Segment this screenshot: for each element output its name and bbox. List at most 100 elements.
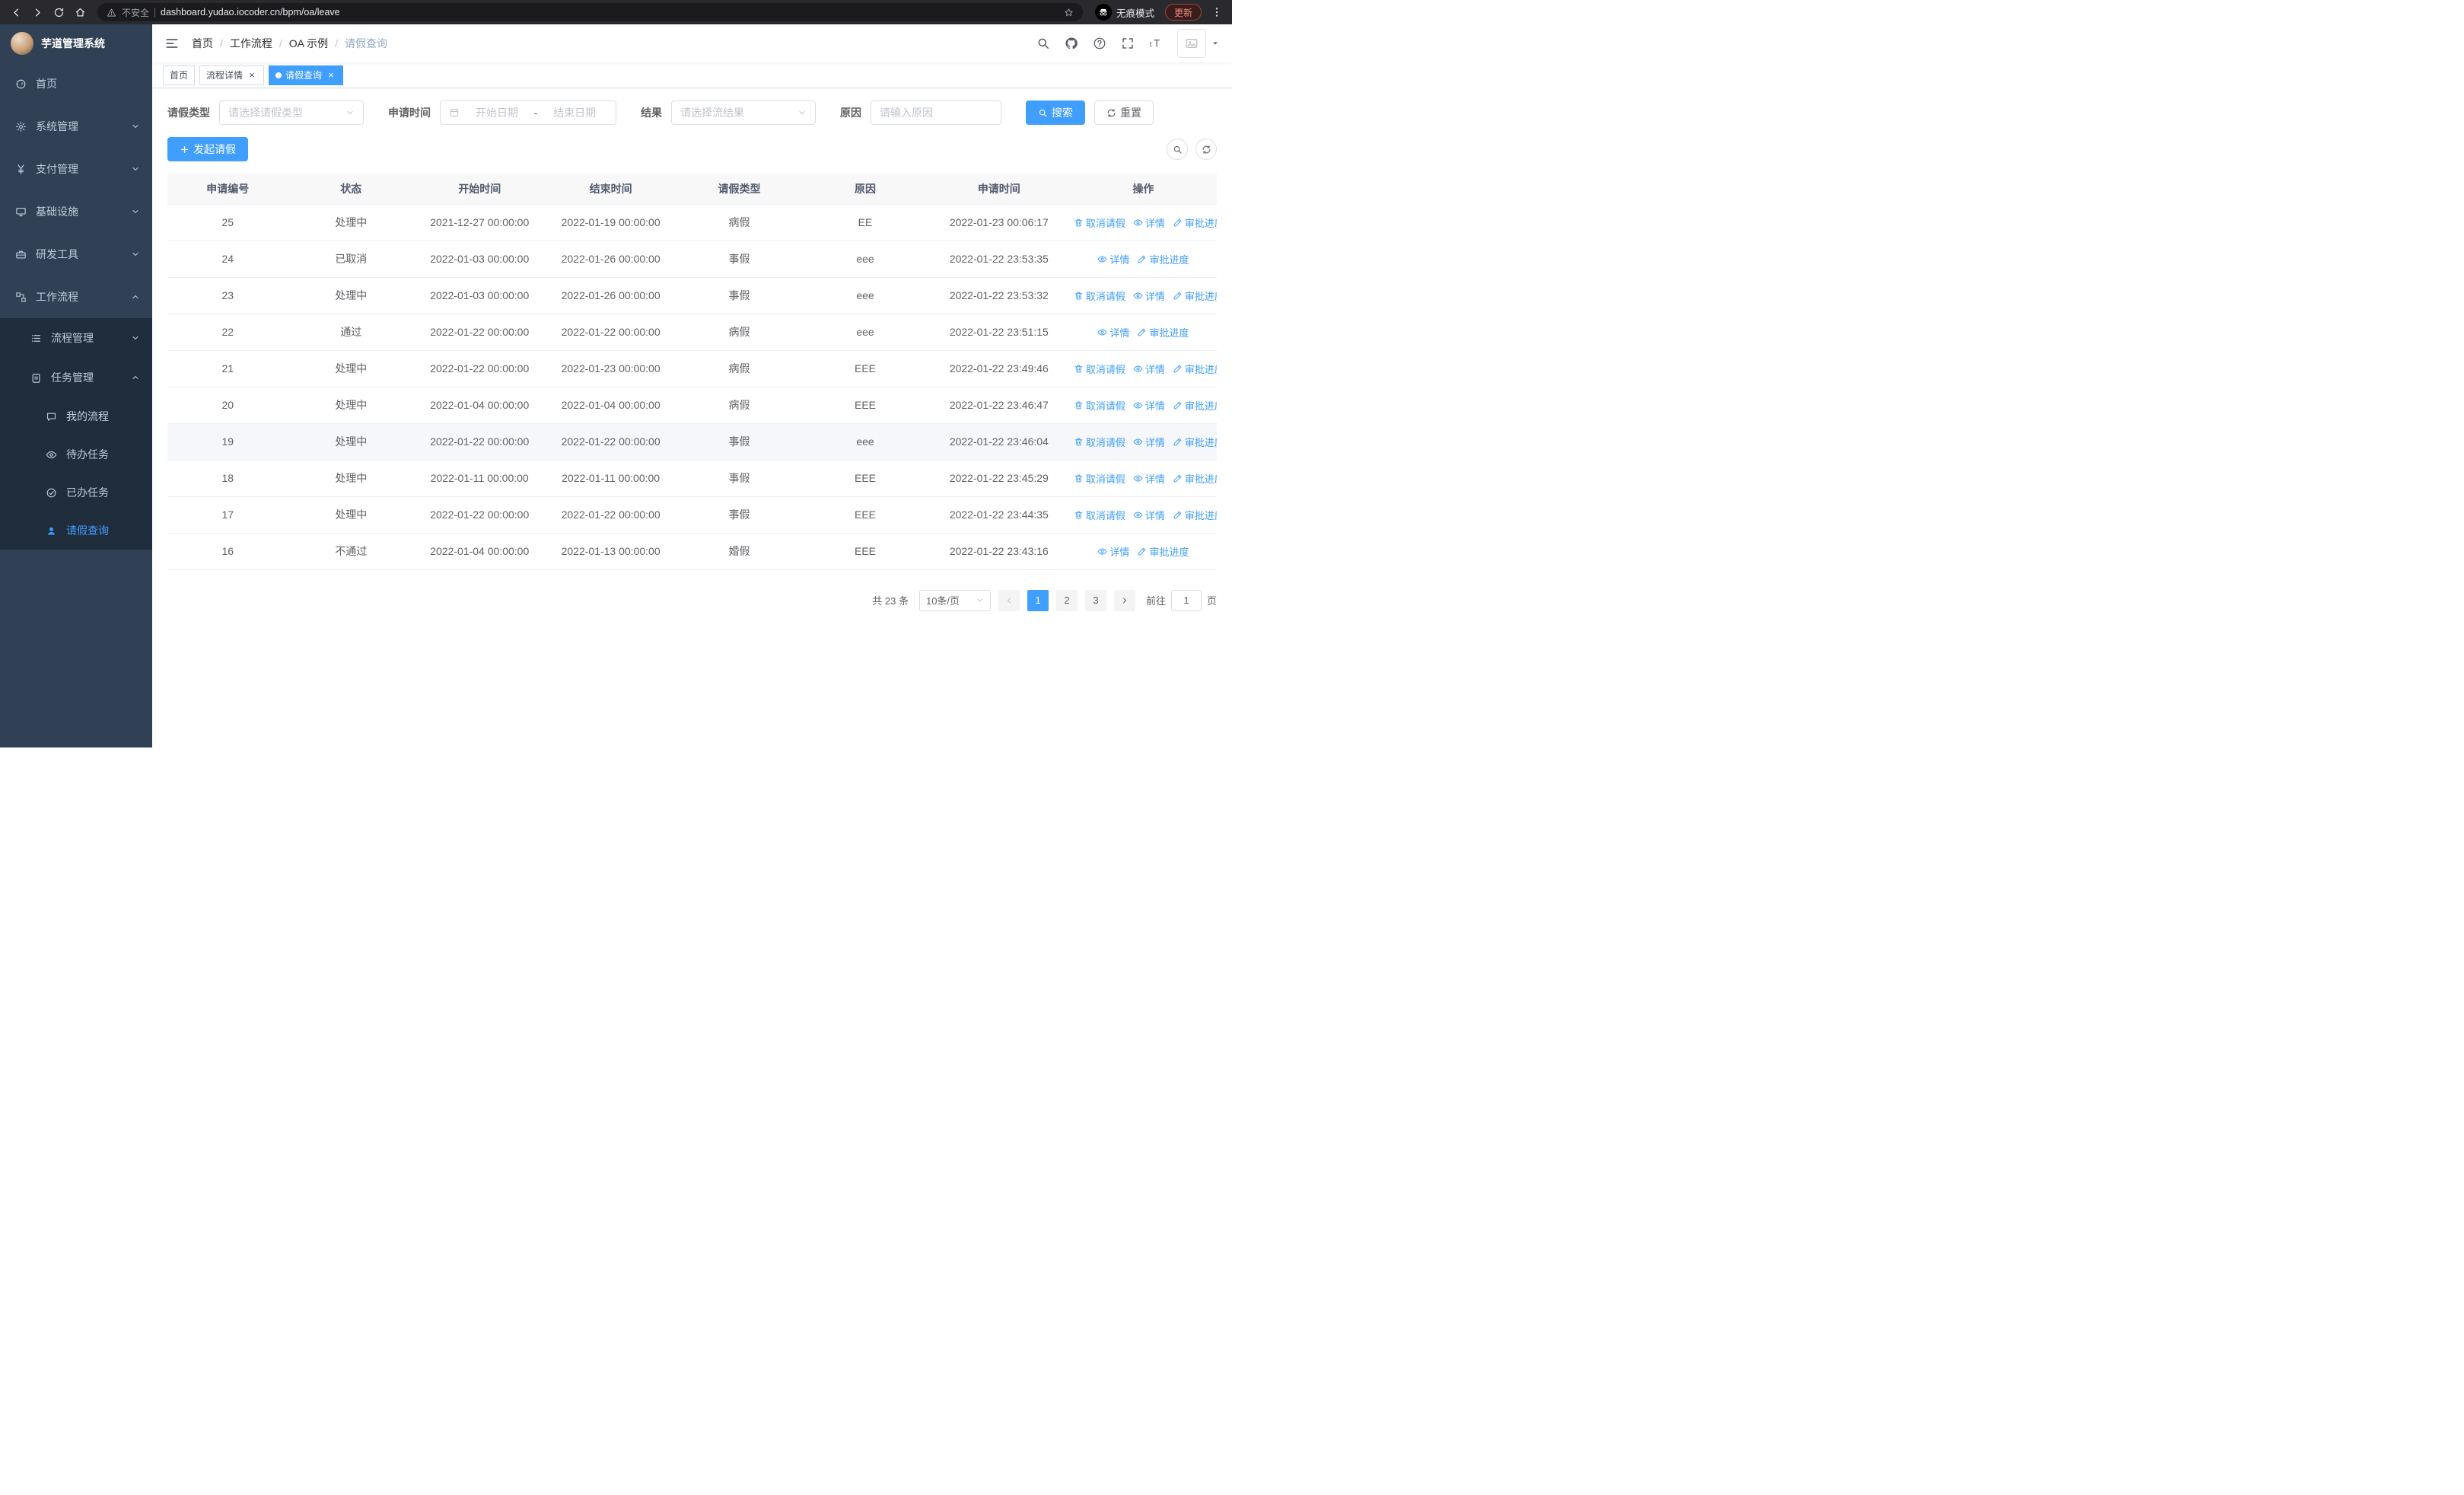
op-detail-link[interactable]: 详情 [1133,288,1165,303]
op-label: 详情 [1144,363,1165,375]
calendar-icon [449,107,460,118]
reason-input[interactable] [873,101,999,124]
op-detail-link[interactable]: 详情 [1133,362,1165,376]
browser-home-button[interactable] [70,2,90,22]
sidebar-item-infrastructure[interactable]: 基础设施 [0,190,152,233]
create-leave-button[interactable]: 发起请假 [167,137,248,161]
refresh-icon [1106,108,1116,118]
op-cancel-link[interactable]: 取消请假 [1074,471,1125,486]
font-size-button[interactable] [1149,37,1163,50]
op-cancel-link[interactable]: 取消请假 [1074,508,1125,522]
leave-type-select[interactable]: 请选择请假类型 [219,100,364,125]
op-progress-link[interactable]: 审批进度 [1137,252,1189,266]
op-detail-link[interactable]: 详情 [1133,471,1165,486]
close-tab-icon[interactable]: × [247,69,257,81]
table-cell: 2022-01-13 00:00:00 [545,533,676,570]
address-bar[interactable]: 不安全 dashboard.yudao.iocoder.cn/bpm/oa/le… [97,3,1083,21]
next-page-button[interactable] [1113,589,1135,611]
browser-forward-button[interactable] [27,2,47,22]
op-label: 详情 [1144,290,1165,302]
table-cell: 2022-01-22 00:00:00 [545,423,676,461]
hamburger-button[interactable] [164,36,180,51]
op-cancel-link[interactable]: 取消请假 [1074,398,1125,413]
op-progress-link[interactable]: 审批进度 [1173,471,1217,486]
sidebar-item-process-management[interactable]: 流程管理 [0,318,152,358]
op-label: 审批进度 [1184,509,1217,521]
op-progress-link[interactable]: 审批进度 [1173,398,1217,413]
header-search-button[interactable] [1036,37,1050,50]
op-detail-link[interactable]: 详情 [1097,544,1129,559]
reset-button[interactable]: 重置 [1094,100,1154,125]
user-menu[interactable] [1177,29,1220,58]
browser-reload-button[interactable] [49,2,68,22]
op-cancel-link[interactable]: 取消请假 [1074,362,1125,376]
op-cancel-link[interactable]: 取消请假 [1074,215,1125,230]
breadcrumb-item[interactable]: 工作流程 [230,36,272,51]
fullscreen-button[interactable] [1121,37,1135,50]
sidebar-item-workflow[interactable]: 工作流程 [0,276,152,318]
sidebar-item-leave-query[interactable]: 请假查询 [0,512,152,550]
tab-leave-query[interactable]: 请假查询 × [269,65,344,85]
sidebar-item-todo-tasks[interactable]: 待办任务 [0,435,152,473]
table-row-19: 19 处理中 2022-01-22 00:00:00 2022-01-22 00:00… [167,423,1217,461]
kebab-menu-icon [1211,6,1223,18]
breadcrumb-item[interactable]: OA 示例 [289,36,328,51]
op-cancel-link[interactable]: 取消请假 [1074,435,1125,449]
page-button-3[interactable]: 3 [1084,589,1106,611]
sidebar-item-payment-management[interactable]: 支付管理 [0,148,152,190]
sidebar-item-done-tasks[interactable]: 已办任务 [0,473,152,512]
goto-page-input[interactable] [1170,589,1202,611]
op-progress-link[interactable]: 审批进度 [1173,508,1217,522]
hamburger-icon [164,36,180,51]
filter-result: 结果 请选择流结果 [641,100,816,125]
op-detail-link[interactable]: 详情 [1097,252,1129,266]
prev-page-button[interactable] [998,589,1020,611]
action-row: 发起请假 [167,137,1217,161]
refresh-table-button[interactable] [1195,139,1217,160]
close-tab-icon[interactable]: × [326,69,336,81]
github-button[interactable] [1065,37,1078,50]
op-label: 审批进度 [1149,546,1189,558]
tab-home[interactable]: 首页 [163,65,196,85]
table-cell: 2022-01-22 23:45:29 [928,460,1070,497]
op-detail-link[interactable]: 详情 [1133,398,1165,413]
tags-view: 首页 流程详情 × 请假查询 × [152,62,1232,88]
browser-menu-button[interactable] [1208,3,1226,21]
page-size-select[interactable]: 10条/页 [918,589,991,611]
help-button[interactable] [1093,37,1106,50]
page-button-1[interactable]: 1 [1027,589,1049,611]
breadcrumb-item[interactable]: 首页 [192,36,213,51]
dashboard-icon [15,78,27,90]
goto-page: 前往 页 [1146,589,1217,611]
op-detail-link[interactable]: 详情 [1097,325,1129,339]
logo[interactable]: 芋道管理系统 [0,24,152,62]
page-button-2[interactable]: 2 [1055,589,1078,611]
result-select[interactable]: 请选择流结果 [671,100,816,125]
browser-update-button[interactable]: 更新 [1164,4,1202,21]
op-progress-link[interactable]: 审批进度 [1173,435,1217,449]
op-cancel-link[interactable]: 取消请假 [1074,288,1125,303]
sidebar-item-devtools[interactable]: 研发工具 [0,233,152,276]
op-progress-link[interactable]: 审批进度 [1137,325,1189,339]
op-progress-link[interactable]: 审批进度 [1173,215,1217,230]
search-button[interactable]: 搜索 [1026,100,1085,125]
tab-process-detail[interactable]: 流程详情 × [199,65,265,85]
toggle-search-button[interactable] [1167,139,1188,160]
sidebar-item-home[interactable]: 首页 [0,62,152,105]
op-detail-link[interactable]: 详情 [1133,215,1165,230]
op-detail-link[interactable]: 详情 [1133,508,1165,522]
table-cell: 已取消 [288,241,415,278]
sidebar-item-label: 任务管理 [51,371,94,384]
browser-back-button[interactable] [6,2,26,22]
progress-icon [1173,400,1183,410]
sidebar-item-task-management[interactable]: 任务管理 [0,358,152,397]
sidebar-item-system-management[interactable]: 系统管理 [0,105,152,148]
leave-type-placeholder: 请选择请假类型 [228,107,303,119]
op-detail-link[interactable]: 详情 [1133,435,1165,449]
sidebar-item-my-process[interactable]: 我的流程 [0,397,152,435]
bookmark-star-icon[interactable] [1064,8,1074,18]
op-progress-link[interactable]: 审批进度 [1137,544,1189,559]
apply-time-range-picker[interactable]: 开始日期 - 结束日期 [440,100,616,125]
op-progress-link[interactable]: 审批进度 [1173,288,1217,303]
op-progress-link[interactable]: 审批进度 [1173,362,1217,376]
